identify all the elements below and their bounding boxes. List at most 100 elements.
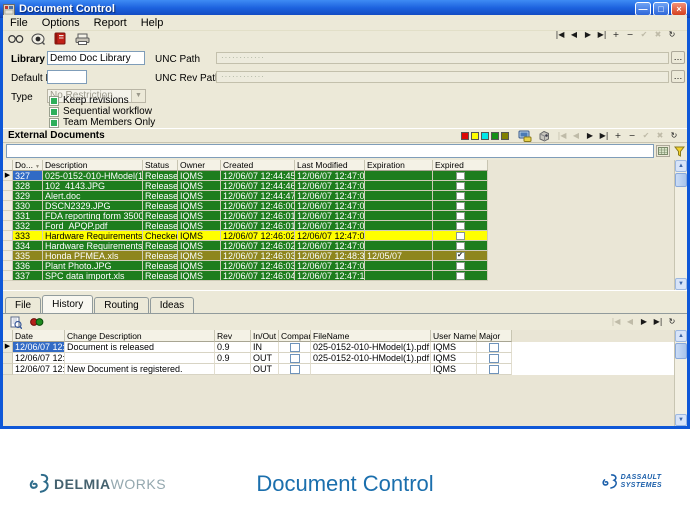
- checkbox-1[interactable]: [49, 107, 59, 117]
- column-header-5[interactable]: Last Modified: [295, 160, 365, 171]
- compare-versions-icon[interactable]: [29, 315, 45, 329]
- expired-checkbox[interactable]: [456, 182, 465, 190]
- history-column-header-3[interactable]: In/Out: [251, 330, 279, 342]
- expired-checkbox[interactable]: [456, 212, 465, 220]
- compare-checkbox[interactable]: [290, 365, 300, 374]
- expired-checkbox[interactable]: [456, 272, 465, 280]
- menu-item-help[interactable]: Help: [134, 17, 171, 29]
- grid-vertical-scrollbar[interactable]: ▲ ▼: [674, 160, 687, 290]
- history-column-header-0[interactable]: Date: [13, 330, 65, 342]
- expired-checkbox[interactable]: [456, 172, 465, 180]
- library-form: Library Default Ext Type No Restriction …: [3, 47, 687, 128]
- unc-rev-path-browse-button[interactable]: …: [671, 70, 685, 83]
- nav-refresh-button[interactable]: ↻: [665, 317, 679, 326]
- scroll-thumb[interactable]: [675, 343, 687, 359]
- column-header-4[interactable]: Created: [221, 160, 295, 171]
- history-row[interactable]: 12/06/07 12:44...0.9OUT025-0152-010-HMod…: [3, 353, 687, 364]
- menu-item-report[interactable]: Report: [87, 17, 134, 29]
- minimize-button[interactable]: —: [635, 2, 651, 16]
- red-book-icon[interactable]: [52, 32, 68, 46]
- history-vertical-scrollbar[interactable]: ▲ ▼: [674, 330, 687, 426]
- scroll-down-icon[interactable]: ▼: [675, 414, 687, 426]
- nav-insert-button[interactable]: +: [611, 131, 625, 140]
- nav-first-button[interactable]: |◀: [553, 30, 567, 39]
- expired-checkbox[interactable]: [456, 262, 465, 270]
- expired-checkbox[interactable]: [456, 222, 465, 230]
- nav-last-button[interactable]: ▶|: [597, 131, 611, 140]
- scroll-up-icon[interactable]: ▲: [675, 160, 687, 172]
- column-header-1[interactable]: Description: [43, 160, 143, 171]
- checkbox-0[interactable]: [49, 96, 59, 106]
- scroll-thumb[interactable]: [675, 173, 687, 187]
- column-header-3[interactable]: Owner: [178, 160, 221, 171]
- table-row[interactable]: 336Plant Photo.JPGReleasedIQMS12/06/07 1…: [3, 261, 687, 271]
- tab-history[interactable]: History: [42, 295, 93, 313]
- filter-input[interactable]: [6, 144, 654, 158]
- table-row[interactable]: 329Alert.docReleasedIQMS12/06/07 12:44:4…: [3, 191, 687, 201]
- history-column-header-7[interactable]: Major: [477, 330, 512, 342]
- history-column-header-5[interactable]: FileName: [311, 330, 431, 342]
- library-input[interactable]: [47, 51, 145, 65]
- column-header-2[interactable]: Status: [143, 160, 178, 171]
- scroll-down-icon[interactable]: ▼: [675, 278, 687, 290]
- expired-checkbox[interactable]: [456, 202, 465, 210]
- table-row[interactable]: 337SPC data import.xlsReleasedIQMS12/06/…: [3, 271, 687, 281]
- print-icon[interactable]: [74, 32, 90, 46]
- nav-next-button[interactable]: ▶: [581, 30, 595, 39]
- compare-checkbox[interactable]: [290, 343, 300, 352]
- nav-last-button[interactable]: ▶|: [595, 30, 609, 39]
- history-column-header-6[interactable]: User Name: [431, 330, 477, 342]
- column-header-7[interactable]: Expired: [433, 160, 488, 171]
- archive-box-icon[interactable]: [536, 129, 552, 142]
- table-row[interactable]: 330DSCN2329.JPGReleasedIQMS12/06/07 12:4…: [3, 201, 687, 211]
- table-row[interactable]: ▶327025-0152-010-HModel(1).pdfReleasedIQ…: [3, 171, 687, 181]
- expired-checkbox[interactable]: [456, 242, 465, 250]
- tab-ideas[interactable]: Ideas: [150, 297, 194, 313]
- default-ext-input[interactable]: [47, 70, 87, 84]
- major-checkbox[interactable]: [489, 343, 499, 352]
- menu-item-options[interactable]: Options: [35, 17, 87, 29]
- major-checkbox[interactable]: [489, 365, 499, 374]
- history-row[interactable]: 12/06/07 12:44...New Document is registe…: [3, 364, 687, 375]
- expired-checkbox[interactable]: ✔: [456, 252, 465, 260]
- history-column-header-1[interactable]: Change Description: [65, 330, 215, 342]
- tab-routing[interactable]: Routing: [94, 297, 148, 313]
- nav-refresh-button[interactable]: ↻: [665, 30, 679, 39]
- filter-icon[interactable]: [672, 144, 686, 158]
- nav-insert-button[interactable]: +: [609, 30, 623, 39]
- history-row[interactable]: ▶12/06/07 12:47...Document is released0.…: [3, 342, 687, 353]
- nav-refresh-button[interactable]: ↻: [667, 131, 681, 140]
- expired-checkbox[interactable]: [456, 192, 465, 200]
- check-in-icon[interactable]: [517, 129, 533, 142]
- table-row[interactable]: 333Hardware Requirements for EnteChecked…: [3, 231, 687, 241]
- column-header-6[interactable]: Expiration: [365, 160, 433, 171]
- scroll-up-icon[interactable]: ▲: [675, 330, 687, 342]
- maximize-button[interactable]: □: [653, 2, 669, 16]
- checkbox-2[interactable]: [49, 118, 59, 128]
- grid-columns-icon[interactable]: [656, 145, 670, 157]
- table-row[interactable]: 335Honda PFMEA.xlsReleasedIQMS12/06/07 1…: [3, 251, 687, 261]
- expired-checkbox[interactable]: [456, 232, 465, 240]
- preview-document-icon[interactable]: [8, 315, 24, 329]
- preview-glasses-icon[interactable]: [8, 32, 24, 46]
- nav-next-button[interactable]: ▶: [583, 131, 597, 140]
- column-header-0[interactable]: Do...▼: [13, 160, 43, 171]
- tab-file[interactable]: File: [5, 297, 41, 313]
- close-button[interactable]: ×: [671, 2, 687, 16]
- nav-prev-button[interactable]: ◀: [567, 30, 581, 39]
- find-document-icon[interactable]: [30, 32, 46, 46]
- nav-delete-button[interactable]: −: [623, 30, 637, 39]
- table-row[interactable]: 332Ford_APQP.pdfReleasedIQMS12/06/07 12:…: [3, 221, 687, 231]
- table-row[interactable]: 334Hardware Requirements for LargRelease…: [3, 241, 687, 251]
- major-checkbox[interactable]: [489, 354, 499, 363]
- unc-path-browse-button[interactable]: …: [671, 51, 685, 64]
- history-column-header-2[interactable]: Rev: [215, 330, 251, 342]
- nav-delete-button[interactable]: −: [625, 131, 639, 140]
- compare-checkbox[interactable]: [290, 354, 300, 363]
- nav-next-button[interactable]: ▶: [637, 317, 651, 326]
- table-row[interactable]: 328102_4143.JPGReleasedIQMS12/06/07 12:4…: [3, 181, 687, 191]
- history-column-header-4[interactable]: Compare: [279, 330, 311, 342]
- table-row[interactable]: 331FDA reporting form 3500.pdfReleasedIQ…: [3, 211, 687, 221]
- menu-item-file[interactable]: File: [3, 17, 35, 29]
- nav-last-button[interactable]: ▶|: [651, 317, 665, 326]
